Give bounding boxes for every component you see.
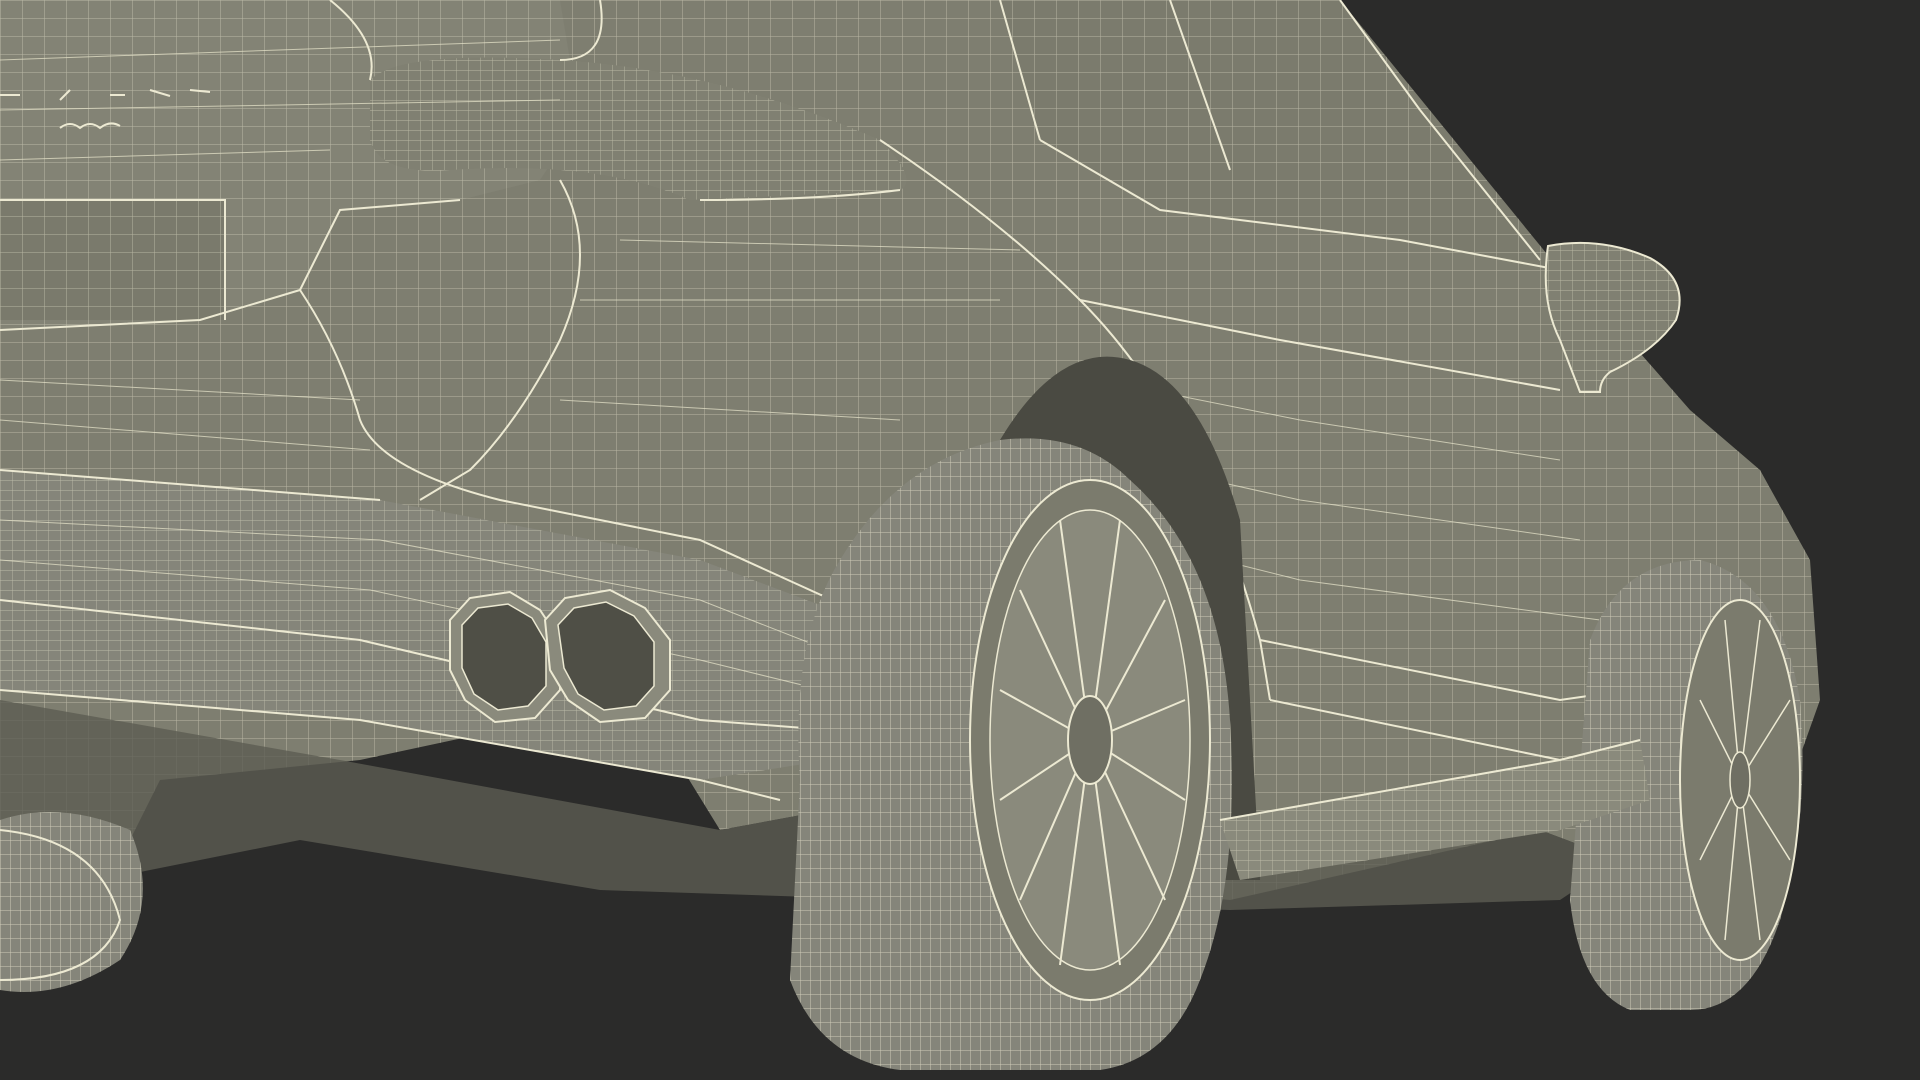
- wireframe-car-render: [0, 0, 1920, 1080]
- wheel-hub: [1067, 695, 1113, 785]
